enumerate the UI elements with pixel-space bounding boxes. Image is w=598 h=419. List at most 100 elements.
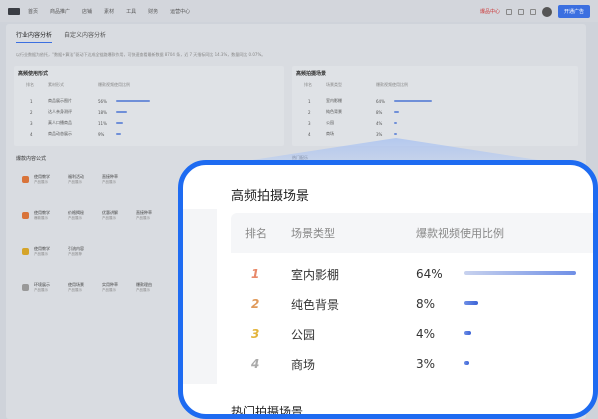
pct-cell: 56%: [98, 98, 107, 104]
table-row: 1 室内影棚 64%: [231, 259, 593, 289]
pct-cell: 4%: [376, 120, 383, 126]
table-row: 4 商场 3%: [308, 131, 397, 137]
col-ratio: 爆款视频使用比例: [98, 82, 130, 87]
scene-cell: 商场: [291, 357, 316, 372]
top-nav-bar: 首页 商品推广 店铺 素材 工具 财务 运营中心 爆品中心 开通广告: [0, 0, 598, 22]
ratio-track: [464, 361, 593, 367]
open-ads-button[interactable]: 开通广告: [557, 5, 590, 18]
settings-icon[interactable]: [529, 8, 536, 15]
formula-tag: 价格揭秘 产品展示: [68, 210, 84, 220]
form-cell: 商品展示图片: [48, 98, 72, 103]
ratio-bar: [116, 100, 150, 102]
formula-title: 爆款内容公式: [16, 156, 47, 162]
form-cell: 达人亲身测评: [48, 109, 72, 114]
nav-item-promotion[interactable]: 商品推广: [50, 8, 70, 15]
scene-cell: 室内影棚: [326, 98, 342, 103]
formula-dot-icon: [22, 212, 29, 219]
nav-item-finance[interactable]: 财务: [148, 8, 158, 15]
table-row: 4 商品动态展示 9%: [30, 131, 122, 137]
table-row: 2 达人亲身测评 18%: [30, 109, 127, 115]
col-form: 素材形式: [48, 82, 64, 87]
zoom-table: 排名 场景类型 爆款视频使用比例 1 室内影棚 64% 2 纯色背景 8% 3 …: [231, 213, 593, 388]
avatar[interactable]: [541, 6, 552, 17]
formula-dot-icon: [22, 176, 29, 183]
rank-cell: 3: [308, 120, 311, 126]
table-row: 3 真人口播商品 11%: [30, 120, 123, 126]
formula-tag: 使用教学 爆款展示: [34, 210, 50, 220]
scene-cell: 公园: [326, 120, 334, 125]
rank-cell: 4: [30, 131, 33, 137]
col-scene: 场景类型: [326, 82, 342, 87]
ratio-bar: [116, 122, 123, 124]
top-nav-right: 爆品中心 开通广告: [480, 5, 590, 18]
zoom-side-strip: [183, 209, 217, 384]
ratio-bar: [464, 331, 471, 335]
table-row: 2 纯色背景 8%: [308, 109, 399, 115]
ratio-track: [464, 301, 593, 307]
nav-item-home[interactable]: 首页: [28, 8, 38, 15]
tab-industry-analysis[interactable]: 行业内容分析: [16, 30, 53, 43]
usage-form-panel: 高频使用形式 排名 素材形式 爆款视频使用比例 1 商品展示图片 56% 2 达…: [14, 66, 284, 146]
formula-tag: 使用教学 产品展示: [34, 174, 50, 184]
ratio-bar: [394, 133, 397, 135]
tab-custom-analysis[interactable]: 自定义内容分析: [64, 30, 106, 43]
ratio-bar: [464, 301, 478, 305]
table-row: 2 纯色背景 8%: [231, 289, 593, 319]
formula-tag: 使用教学 产品展示: [34, 246, 50, 256]
ratio-bar: [394, 100, 433, 102]
help-icon[interactable]: [517, 8, 524, 15]
pct-cell: 3%: [376, 131, 383, 137]
col-ratio: 爆款视频使用比例: [376, 82, 408, 87]
table-row: 4 商场 3%: [231, 349, 593, 379]
pct-cell: 9%: [98, 131, 105, 137]
formula-card[interactable]: 使用教学 产品展示 引流内容 产品推荐: [16, 240, 196, 268]
formula-tag: 实用种草 产品展示: [102, 282, 118, 292]
ratio-bar: [116, 133, 122, 135]
page-description: 以行业数据为依托，“数据+算法”驱动下达成全链路爆款作用，可快速查看最新数据 8…: [16, 52, 266, 57]
shooting-scene-header: 排名 场景类型 爆款视频使用比例: [304, 82, 554, 88]
pct-cell: 64%: [376, 98, 385, 104]
rank-cell: 2: [30, 109, 33, 115]
col-rank: 排名: [245, 227, 267, 240]
formula-card[interactable]: 环境展示 产品展示 使用场景 产品展示 实用种草 产品展示 爆款理由 产品展示: [16, 276, 196, 304]
nav-item-tools[interactable]: 工具: [126, 8, 136, 15]
pct-cell: 8%: [416, 297, 436, 311]
ratio-bar: [394, 122, 397, 124]
zoom-title: 高频拍摄场景: [231, 189, 310, 204]
table-row: 1 室内影棚 64%: [308, 98, 433, 104]
nav-item-ops[interactable]: 运营中心: [170, 8, 190, 15]
scene-cell: 室内影棚: [291, 267, 340, 282]
rank-cell: 2: [251, 297, 260, 311]
col-rank: 排名: [304, 82, 312, 87]
scene-cell: 纯色背景: [291, 297, 340, 312]
hot-center-link[interactable]: 爆品中心: [480, 8, 500, 15]
shooting-scene-panel: 高频拍摄场景 排名 场景类型 爆款视频使用比例 1 室内影棚 64% 2 纯色背…: [292, 66, 578, 146]
ratio-bar: [394, 111, 399, 113]
formula-tag: 直接种草 产品展示: [102, 174, 118, 184]
scene-cell: 纯色背景: [326, 109, 342, 114]
pct-cell: 11%: [98, 120, 107, 126]
message-icon[interactable]: [505, 8, 512, 15]
scene-cell: 公园: [291, 327, 316, 342]
col-scene: 场景类型: [291, 227, 335, 240]
formula-tag: 福利活动 产品展示: [68, 174, 84, 184]
rank-cell: 1: [251, 267, 260, 281]
formula-card[interactable]: 使用教学 爆款展示 价格揭秘 产品展示 优惠讲解 产品展示 直接种草 产品展示: [16, 204, 196, 232]
ratio-track: [464, 271, 593, 277]
rank-cell: 1: [30, 98, 33, 104]
ratio-bar: [464, 271, 576, 275]
col-ratio: 爆款视频使用比例: [416, 227, 504, 240]
formula-tag: 环境展示 产品展示: [34, 282, 50, 292]
nav-item-shop[interactable]: 店铺: [82, 8, 92, 15]
formula-dot-icon: [22, 248, 29, 255]
usage-form-title: 高频使用形式: [18, 71, 49, 77]
shooting-scene-title: 高频拍摄场景: [296, 71, 327, 77]
nav-item-material[interactable]: 素材: [104, 8, 114, 15]
formula-card[interactable]: 使用教学 产品展示 福利活动 产品展示 直接种草 产品展示: [16, 168, 196, 196]
pct-cell: 64%: [416, 267, 443, 281]
formula-tag: 优惠讲解 产品展示: [102, 210, 118, 220]
ratio-bar: [116, 111, 127, 113]
formula-dot-icon: [22, 284, 29, 291]
pct-cell: 18%: [98, 109, 107, 115]
table-row: 1 商品展示图片 56%: [30, 98, 150, 104]
